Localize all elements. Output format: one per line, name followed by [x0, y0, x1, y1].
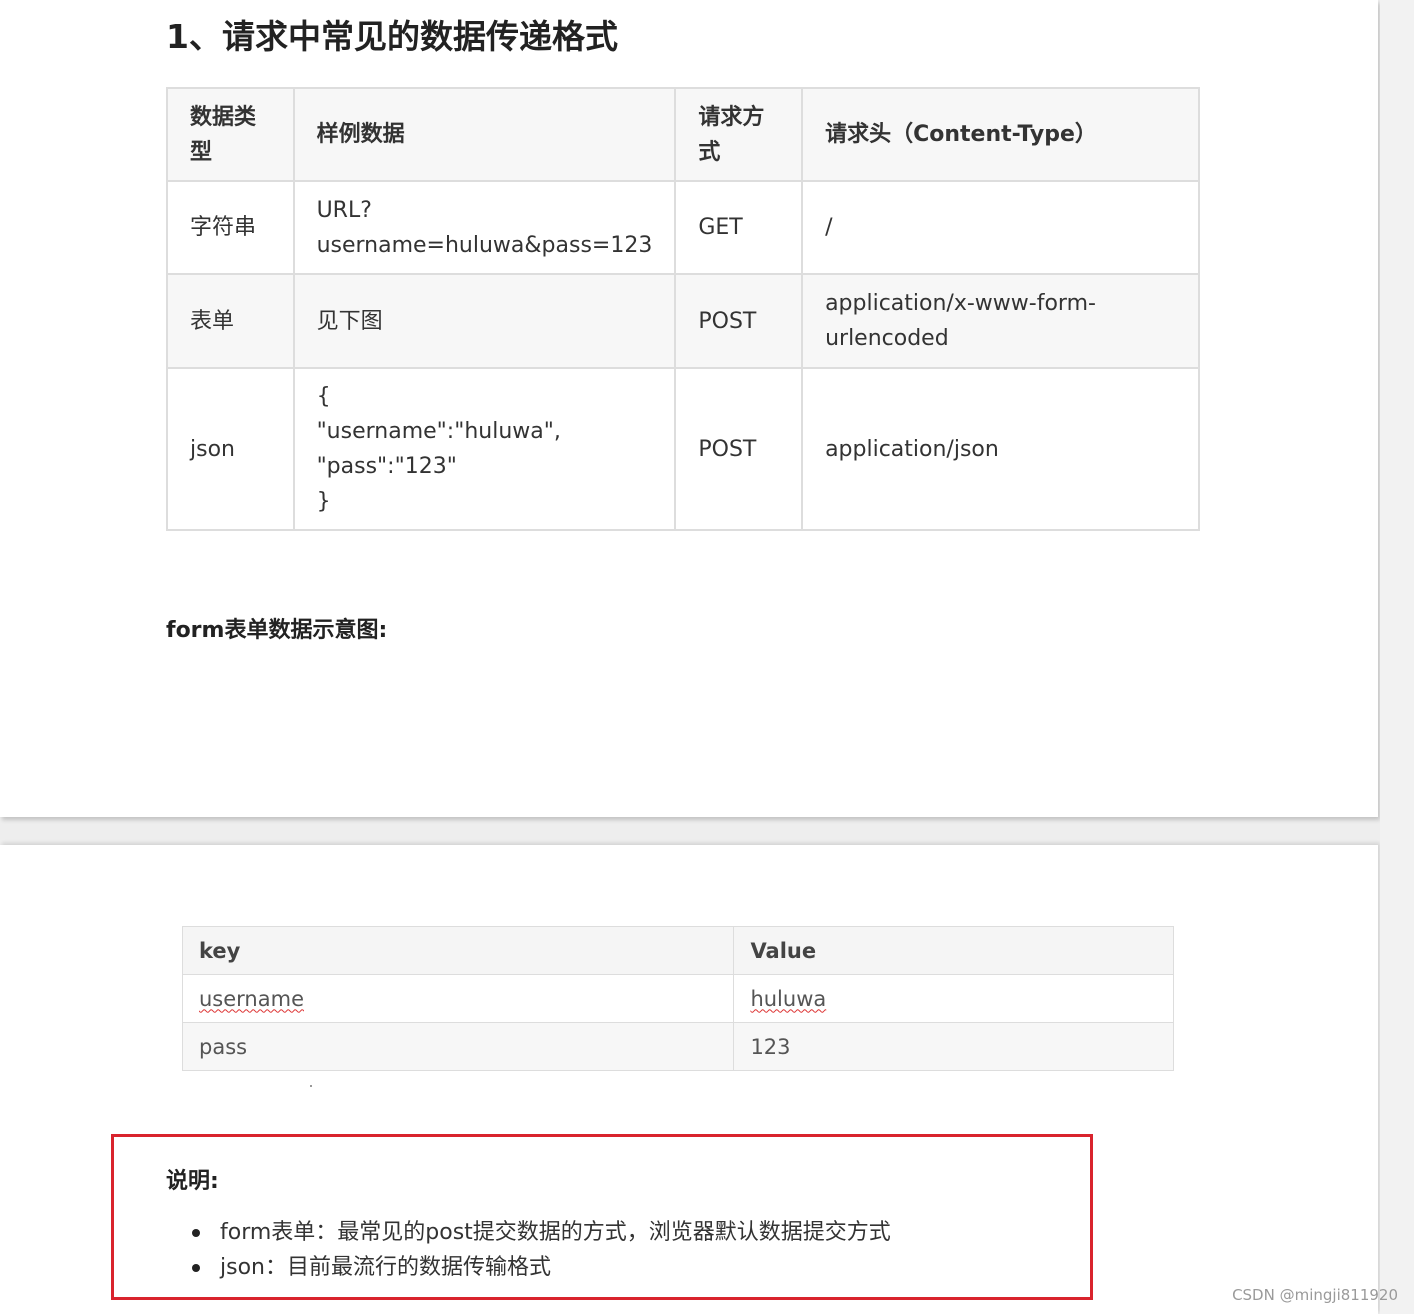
- cell-type: 表单: [166, 273, 295, 369]
- kv-cell-value: 123: [733, 1022, 1174, 1071]
- cell-sample: URL? username=huluwa&pass=123: [292, 180, 677, 275]
- note-item-text: json：目前最流行的数据传输格式: [220, 1255, 551, 1280]
- scroll-gutter: [1380, 0, 1414, 1314]
- kv-cell-key: username: [181, 974, 735, 1023]
- cell-sample: { "username":"huluwa", "pass":"123" }: [292, 367, 677, 531]
- cell-sample-line: "username":"huluwa",: [316, 419, 561, 444]
- cell-method: GET: [674, 180, 804, 275]
- section-title: 1、请求中常见的数据传递格式: [166, 17, 618, 56]
- table-row: 字符串 URL? username=huluwa&pass=123 GET /: [166, 180, 1200, 275]
- watermark: CSDN @mingji811920: [1232, 1286, 1398, 1304]
- cell-sample-line: username=huluwa&pass=123: [316, 232, 653, 258]
- format-table: 数据类 型 样例数据 请求方 式 请求头（Content-Type） 字符串 U…: [166, 87, 1200, 531]
- note-title: 说明:: [166, 1169, 219, 1194]
- header-method-line-2: 式: [698, 139, 721, 165]
- kv-header-key: key: [181, 926, 735, 975]
- cell-content-type: application/json: [801, 367, 1200, 531]
- cell-sample-line: {: [316, 384, 331, 409]
- header-data-type-line-1: 数据类: [190, 104, 257, 130]
- cell-method: POST: [674, 367, 804, 531]
- header-data-type-line-2: 型: [190, 139, 213, 165]
- table-row: json { "username":"huluwa", "pass":"123"…: [166, 367, 1200, 531]
- header-data-type: 数据类 型: [166, 87, 295, 182]
- header-sample-data: 样例数据: [292, 87, 677, 182]
- note-highlight-box: 说明: form表单：最常见的post提交数据的方式，浏览器默认数据提交方式 j…: [111, 1134, 1093, 1300]
- header-content-type: 请求头（Content-Type）: [801, 87, 1200, 182]
- cell-content-type-line: application/x-www-form-: [825, 291, 1096, 316]
- format-table-header-row: 数据类 型 样例数据 请求方 式 请求头（Content-Type）: [166, 87, 1200, 182]
- kv-header-row: key Value: [181, 926, 1174, 975]
- spellcheck-word: huluwa: [750, 986, 827, 1011]
- form-caption: form表单数据示意图:: [166, 618, 388, 643]
- form-kv-table: key Value username huluwa pass 123: [181, 926, 1174, 1071]
- note-list: form表单：最常见的post提交数据的方式，浏览器默认数据提交方式 json：…: [192, 1215, 891, 1285]
- header-method-line-1: 请求方: [698, 104, 765, 130]
- document-page-1: 1、请求中常见的数据传递格式 数据类 型 样例数据 请求方 式 请求头（Cont…: [0, 0, 1378, 817]
- kv-header-value: Value: [733, 926, 1174, 975]
- bullet-icon: [192, 1264, 200, 1272]
- spellcheck-word: username: [199, 986, 304, 1011]
- kv-cell-key: pass: [181, 1022, 735, 1071]
- cell-type: json: [166, 367, 295, 531]
- cell-sample-line: URL?: [316, 197, 372, 223]
- table-row: 表单 见下图 POST application/x-www-form- urle…: [166, 273, 1200, 369]
- kv-cell-value: huluwa: [733, 974, 1174, 1023]
- cell-content-type-line: urlencoded: [825, 326, 949, 351]
- list-item: json：目前最流行的数据传输格式: [192, 1250, 891, 1285]
- cell-method: POST: [674, 273, 804, 369]
- table-row: pass 123: [181, 1022, 1174, 1071]
- cell-sample-line: }: [316, 489, 331, 514]
- table-row: username huluwa: [181, 974, 1174, 1023]
- cell-sample: 见下图: [292, 273, 677, 369]
- cell-sample-line: "pass":"123": [316, 454, 457, 479]
- note-item-text: form表单：最常见的post提交数据的方式，浏览器默认数据提交方式: [220, 1220, 891, 1245]
- cell-content-type: application/x-www-form- urlencoded: [801, 273, 1200, 369]
- list-item: form表单：最常见的post提交数据的方式，浏览器默认数据提交方式: [192, 1215, 891, 1250]
- header-method: 请求方 式: [674, 87, 804, 182]
- stray-dot: [310, 1085, 312, 1087]
- bullet-icon: [192, 1229, 200, 1237]
- cell-content-type: /: [801, 180, 1200, 275]
- cell-type: 字符串: [166, 180, 295, 275]
